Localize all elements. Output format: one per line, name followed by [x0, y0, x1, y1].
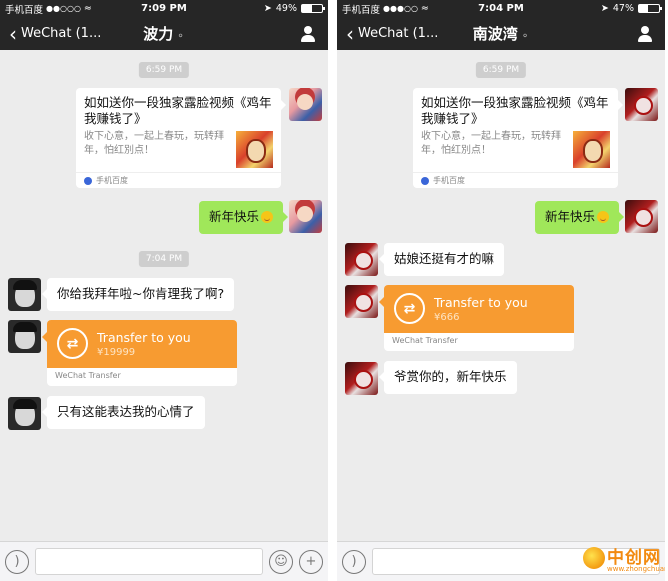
incoming-message[interactable]: 爷赏你的，新年快乐: [379, 361, 517, 394]
timestamp: 6:59 PM: [475, 62, 527, 78]
back-label: WeChat (1...: [21, 26, 102, 41]
signal-icon: ●●●○○: [383, 4, 418, 13]
card-title: 如如送你一段独家露脸视频《鸡年我赚钱了》: [84, 95, 272, 127]
chat-screen-left: 手机百度 ●●○○○ ≈ 7:09 PM ➤ 49% ‹ WeChat (1..…: [0, 0, 328, 581]
transfer-label: Transfer to you: [97, 330, 191, 345]
wifi-icon: ≈: [83, 3, 92, 14]
contact-avatar[interactable]: [8, 278, 41, 311]
nav-bar: ‹ WeChat (1... 波力 ⚬: [0, 17, 328, 50]
chat-screen-right: 手机百度 ●●●○○ ≈ 7:04 PM ➤ 47% ‹ WeChat (1..…: [337, 0, 665, 581]
contact-info-icon[interactable]: [637, 25, 653, 42]
timestamp: 6:59 PM: [138, 62, 190, 78]
transfer-arrows-icon: ⇄: [394, 293, 425, 324]
contact-avatar[interactable]: [8, 320, 41, 353]
carrier-label: 手机百度: [342, 4, 381, 16]
baidu-paw-icon: [421, 176, 429, 185]
wifi-icon: ≈: [420, 3, 429, 14]
my-avatar[interactable]: [289, 88, 322, 121]
card-source: 手机百度: [413, 172, 618, 188]
outgoing-message[interactable]: 新年快乐: [198, 201, 289, 234]
my-avatar[interactable]: [625, 88, 658, 121]
transfer-label: Transfer to you: [434, 295, 528, 310]
chevron-left-icon: ‹: [9, 21, 17, 46]
plus-icon[interactable]: +: [299, 549, 323, 574]
ear-icon: ⚬: [176, 31, 185, 42]
incoming-message[interactable]: 只有这能表达我的心情了: [42, 396, 205, 429]
my-avatar[interactable]: [625, 200, 658, 233]
transfer-arrows-icon: ⇄: [57, 328, 88, 359]
ear-icon: ⚬: [520, 31, 530, 42]
input-bar: ) ☺ +: [0, 541, 328, 581]
card-source: 手机百度: [76, 172, 281, 188]
watermark-logo: 中创网 www.zhongchuang8.com: [583, 543, 665, 579]
voice-icon[interactable]: ): [342, 549, 366, 574]
smile-emoji-icon: [597, 211, 609, 223]
status-time: 7:04 PM: [478, 3, 524, 14]
location-icon: ➤: [263, 3, 272, 14]
card-thumbnail: [573, 131, 610, 168]
contact-avatar[interactable]: [345, 243, 378, 276]
emoji-icon[interactable]: ☺: [269, 549, 293, 574]
battery-percent: 49%: [275, 3, 297, 14]
watermark-url: www.zhongchuang8.com: [607, 565, 665, 573]
chevron-left-icon: ‹: [346, 21, 354, 46]
baidu-paw-icon: [84, 176, 92, 185]
outgoing-message[interactable]: 新年快乐: [534, 201, 625, 234]
shared-link-card[interactable]: 如如送你一段独家露脸视频《鸡年我赚钱了》 收下心意，一起上春玩，玩转拜年，怕红別…: [413, 88, 623, 188]
incoming-message[interactable]: 姑娘还挺有才的嘛: [378, 243, 505, 276]
status-time: 7:09 PM: [141, 3, 187, 14]
back-button[interactable]: ‹ WeChat (1...: [337, 24, 447, 44]
shared-link-card[interactable]: 如如送你一段独家露脸视频《鸡年我赚钱了》 收下心意，一起上春玩，玩转拜年，怕红別…: [76, 88, 286, 188]
transfer-amount: ¥19999: [97, 347, 136, 358]
transfer-card[interactable]: ⇄ Transfer to you ¥19999 WeChat Transfer: [42, 320, 237, 386]
contact-avatar[interactable]: [345, 362, 378, 395]
timestamp: 7:04 PM: [138, 251, 190, 267]
status-bar: 手机百度 ●●●○○ ≈ 7:04 PM ➤ 47%: [337, 0, 665, 17]
card-thumbnail: [236, 131, 273, 168]
contact-avatar[interactable]: [345, 285, 378, 318]
incoming-message[interactable]: 你给我拜年啦~你肯理我了啊?: [41, 278, 235, 311]
status-bar: 手机百度 ●●○○○ ≈ 7:09 PM ➤ 49%: [0, 0, 328, 17]
battery-icon: [301, 4, 325, 13]
transfer-footer: WeChat Transfer: [55, 371, 121, 380]
chat-title: 波力 ⚬: [143, 25, 185, 43]
my-avatar[interactable]: [289, 200, 322, 233]
back-label: WeChat (1...: [358, 26, 439, 41]
card-description: 收下心意，一起上春玩，玩转拜年，怕红別点！: [84, 131, 224, 156]
nav-bar: ‹ WeChat (1... 南波湾 ⚬: [337, 17, 665, 50]
transfer-footer: WeChat Transfer: [392, 336, 458, 345]
transfer-amount: ¥666: [434, 312, 460, 323]
message-input[interactable]: [35, 548, 263, 575]
chat-title: 南波湾 ⚬: [472, 25, 530, 43]
carrier-label: 手机百度: [5, 4, 44, 16]
smile-emoji-icon: [261, 211, 273, 223]
message-list[interactable]: 6:59 PM 如如送你一段独家露脸视频《鸡年我赚钱了》 收下心意，一起上春玩，…: [337, 50, 665, 541]
card-description: 收下心意，一起上春玩，玩转拜年，怕红別点！: [421, 131, 561, 156]
message-list[interactable]: 6:59 PM 如如送你一段独家露脸视频《鸡年我赚钱了》 收下心意，一起上春玩，…: [0, 50, 328, 541]
location-icon: ➤: [600, 3, 609, 14]
transfer-card[interactable]: ⇄ Transfer to you ¥666 WeChat Transfer: [379, 285, 574, 351]
card-title: 如如送你一段独家露脸视频《鸡年我赚钱了》: [421, 95, 609, 127]
battery-icon: [638, 4, 662, 13]
battery-percent: 47%: [612, 3, 634, 14]
contact-info-icon[interactable]: [300, 25, 316, 42]
voice-icon[interactable]: ): [5, 549, 29, 574]
signal-icon: ●●○○○: [46, 4, 81, 13]
watermark-emblem-icon: [583, 547, 605, 569]
back-button[interactable]: ‹ WeChat (1...: [0, 24, 110, 44]
contact-avatar[interactable]: [8, 397, 41, 430]
